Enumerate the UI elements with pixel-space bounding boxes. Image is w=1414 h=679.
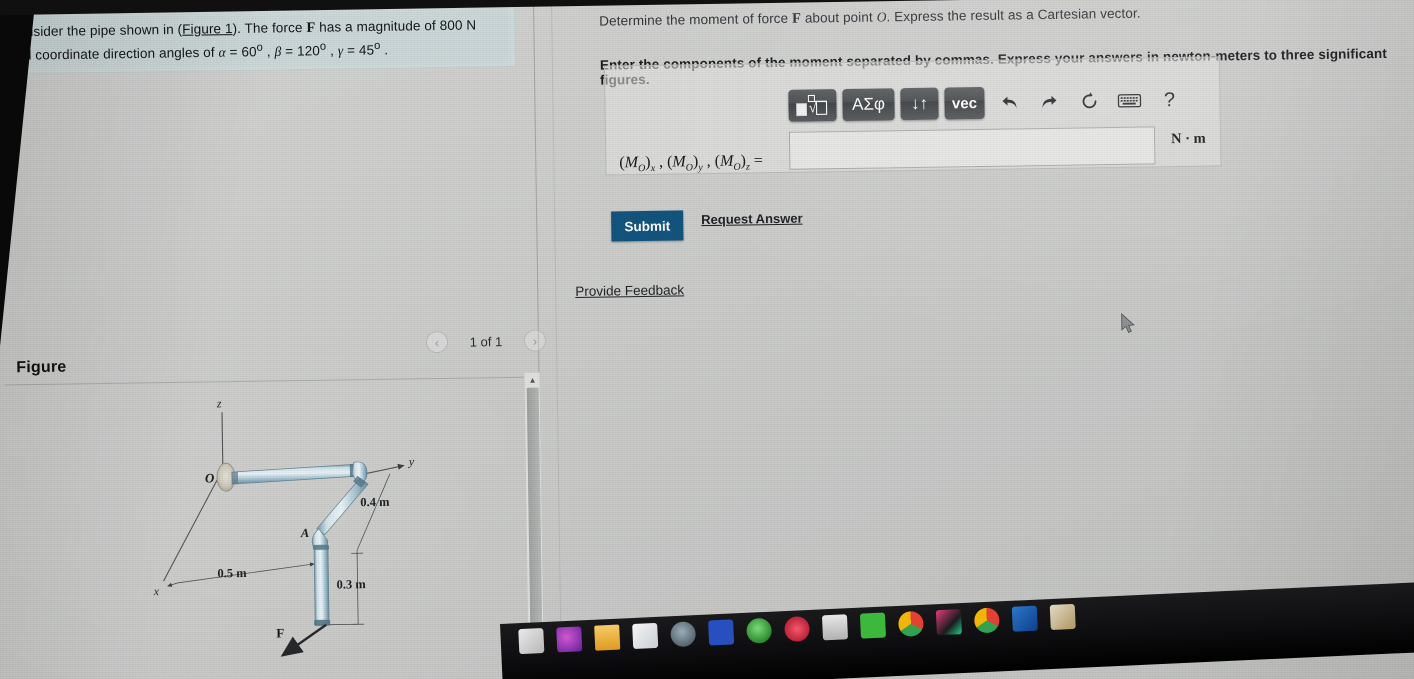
app-icon-minecraft[interactable] [859,612,887,639]
pipe-figure: z x y O A F 0.4 m 0.5 m 0.3 m [127,387,441,664]
point-label-A: A [300,526,310,540]
app-icon-store[interactable] [632,622,659,649]
scrollbar-thumb[interactable] [526,387,543,624]
axis-label-y: y [408,454,415,468]
figure-page-count: 1 of 1 [469,333,503,350]
app-icon-xbox[interactable] [746,617,773,644]
mouse-cursor [1121,312,1135,333]
app-icon-chrome-1[interactable] [897,610,924,637]
provide-feedback-link[interactable]: Provide Feedback [575,282,684,299]
pipe-segment-oy [231,463,359,485]
help-icon[interactable]: ? [1154,85,1184,115]
app-icon-folder[interactable] [594,624,621,651]
undo-icon[interactable] [994,87,1024,117]
axis-label-z: z [216,396,222,410]
app-icon-excel-doc[interactable] [1049,603,1076,631]
figure-scrollbar[interactable]: ▲ ▼ [523,372,544,645]
app-icon-ia[interactable] [708,619,735,646]
app-icon-1[interactable] [518,628,545,655]
submit-button[interactable]: Submit [611,210,684,242]
figure-prev-button[interactable]: ‹ [425,330,449,354]
math-toolbar: √ ΑΣφ ↓↑ vec ? [788,81,1185,125]
app-icon-photos[interactable] [556,626,583,653]
force-symbol: F [306,19,316,36]
answer-label: (MO)x , (MO)y , (MO)z = [619,152,763,175]
figure-pager: ‹ 1 of 1 › [425,327,547,355]
point-label-F: F [276,625,284,640]
axis-label-x: x [153,584,160,598]
keyboard-icon[interactable] [1114,86,1144,116]
figure-panel-rule [4,376,540,386]
vector-button[interactable]: vec [944,86,985,120]
pane-divider-secondary [550,0,562,660]
greek-button[interactable]: ΑΣφ [842,88,895,122]
redo-icon[interactable] [1034,87,1064,117]
answer-unit: N · m [1170,130,1206,148]
app-icon-opera[interactable] [783,615,811,643]
figure-panel-title: Figure [16,358,67,377]
part-a-question: Determine the moment of force F about po… [599,5,1141,29]
problem-statement-text: Consider the pipe shown in (Figure 1). T… [8,17,477,63]
problem-statement-box: Consider the pipe shown in (Figure 1). T… [0,4,516,75]
force-vector-arrow [280,623,327,657]
pipe-segment-vertical [313,544,331,626]
figure-1-link[interactable]: Figure 1 [182,21,233,37]
reset-icon[interactable] [1074,86,1104,116]
app-icon-word[interactable] [1011,605,1038,632]
request-answer-link[interactable]: Request Answer [701,211,803,228]
template-button[interactable]: √ [788,89,837,122]
dimension-0-3m: 0.3 m [336,577,366,591]
answer-input[interactable] [788,126,1156,170]
scroll-up-icon[interactable]: ▲ [524,373,540,387]
point-label-O: O [205,470,215,485]
dimension-0-4m: 0.4 m [360,495,390,509]
screen-photo: Consider the pipe shown in (Figure 1). T… [0,0,1414,679]
updown-button[interactable]: ↓↑ [900,87,939,121]
app-icon-steam[interactable] [670,621,697,648]
app-icon-text[interactable] [821,614,849,641]
pipe-figure-svg: z x y O A F 0.4 m 0.5 m 0.3 m [153,396,415,657]
app-icon-chrome-2[interactable] [973,607,1000,634]
app-icon-clion[interactable] [935,609,962,636]
dimension-0-5m: 0.5 m [217,566,247,580]
screen-surface: Consider the pipe shown in (Figure 1). T… [0,0,1414,679]
figure-next-button[interactable]: › [523,329,547,352]
